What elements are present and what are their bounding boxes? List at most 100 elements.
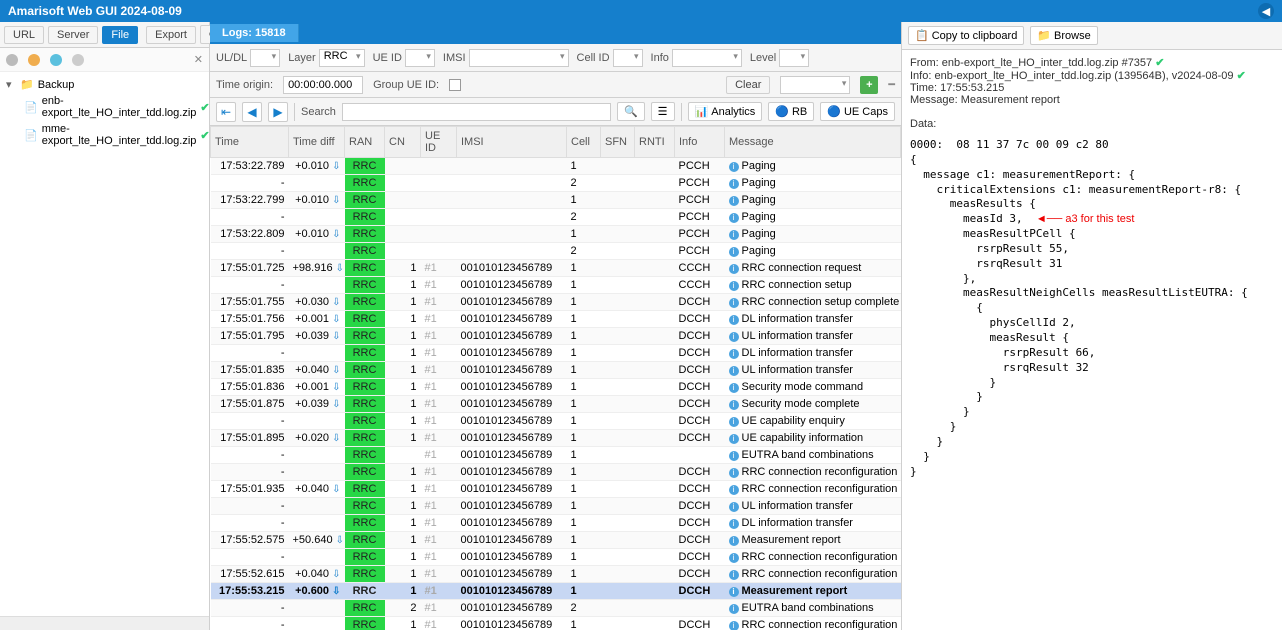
- origin-bar: Time origin: Group UE ID: Clear + ━: [210, 72, 901, 98]
- dot-icon[interactable]: [28, 54, 40, 66]
- table-row[interactable]: -RRC1#10010101234567891DCCHiDL informati…: [211, 515, 901, 532]
- uldl-label: UL/DL: [216, 52, 247, 64]
- copy-button[interactable]: 📋 Copy to clipboard: [908, 26, 1024, 45]
- layer-select[interactable]: RRC: [319, 49, 365, 67]
- nav-next-icon[interactable]: ▶: [268, 102, 288, 122]
- table-row[interactable]: -RRC1#10010101234567891DCCHiDL informati…: [211, 345, 901, 362]
- export-button[interactable]: Export: [146, 26, 196, 44]
- dot-icon[interactable]: [6, 54, 18, 66]
- add-button[interactable]: +: [860, 76, 878, 94]
- minus-icon[interactable]: ━: [888, 78, 895, 91]
- col-header[interactable]: Cell: [567, 127, 601, 158]
- url-button[interactable]: URL: [4, 26, 44, 44]
- col-header[interactable]: CN: [385, 127, 421, 158]
- table-row[interactable]: -RRC1#10010101234567891DCCHiRRC connecti…: [211, 464, 901, 481]
- col-header[interactable]: IMSI: [457, 127, 567, 158]
- table-row[interactable]: 17:55:01.795+0.039 ⇩RRC1#100101012345678…: [211, 328, 901, 345]
- clear-button[interactable]: Clear: [726, 76, 770, 94]
- search-bar: ⇤ ◀ ▶ Search 🔍 ☰ 📊 Analytics 🔵 RB 🔵 UE C…: [210, 98, 901, 126]
- table-row[interactable]: 17:55:01.756+0.001 ⇩RRC1#100101012345678…: [211, 311, 901, 328]
- tree-folder[interactable]: ▾📁 Backup: [6, 76, 203, 93]
- imsi-select[interactable]: [469, 49, 569, 67]
- table-row[interactable]: 17:55:01.875+0.039 ⇩RRC1#100101012345678…: [211, 396, 901, 413]
- uldl-select[interactable]: [250, 49, 280, 67]
- table-row[interactable]: -RRC1#10010101234567891DCCHiUE capabilit…: [211, 413, 901, 430]
- ueid-label: UE ID: [373, 52, 402, 64]
- col-header[interactable]: RNTI: [635, 127, 675, 158]
- table-row[interactable]: -RRC1#10010101234567891DCCHiUL informati…: [211, 498, 901, 515]
- collapse-icon[interactable]: ◀: [1258, 3, 1274, 19]
- table-row[interactable]: -RRC2#10010101234567892iEUTRA band combi…: [211, 600, 901, 617]
- col-header[interactable]: RAN: [345, 127, 385, 158]
- table-row[interactable]: 17:55:01.895+0.020 ⇩RRC1#100101012345678…: [211, 430, 901, 447]
- table-row[interactable]: -RRC#10010101234567891iEUTRA band combin…: [211, 447, 901, 464]
- table-row[interactable]: 17:55:52.575+50.640 ⇩RRC1#10010101234567…: [211, 532, 901, 549]
- filter-bar: UL/DL LayerRRC UE ID IMSI Cell ID Info L…: [210, 44, 901, 72]
- uecaps-button[interactable]: 🔵 UE Caps: [820, 102, 895, 121]
- analytics-button[interactable]: 📊 Analytics: [688, 102, 763, 121]
- browse-button[interactable]: 📁 Browse: [1030, 26, 1097, 45]
- table-row[interactable]: 17:55:01.835+0.040 ⇩RRC1#100101012345678…: [211, 362, 901, 379]
- dot-icon[interactable]: [72, 54, 84, 66]
- file-label: enb-export_lte_HO_inter_tdd.log.zip: [42, 95, 197, 119]
- table-row[interactable]: -RRC1#10010101234567891DCCHiRRC connecti…: [211, 549, 901, 566]
- col-header[interactable]: Message: [725, 127, 901, 158]
- table-row[interactable]: -RRC2PCCHiPaging: [211, 175, 901, 192]
- rb-button[interactable]: 🔵 RB: [768, 102, 814, 121]
- col-header[interactable]: Time diff: [289, 127, 345, 158]
- group-label: Group UE ID:: [373, 79, 439, 91]
- search-label: Search: [301, 106, 336, 118]
- table-row[interactable]: -RRC2PCCHiPaging: [211, 209, 901, 226]
- cellid-select[interactable]: [613, 49, 643, 67]
- server-button[interactable]: Server: [48, 26, 98, 44]
- dot-icon[interactable]: [50, 54, 62, 66]
- h-scrollbar[interactable]: [0, 616, 209, 630]
- data-label: Data:: [910, 118, 936, 130]
- table-row[interactable]: 17:55:52.615+0.040 ⇩RRC1#100101012345678…: [211, 566, 901, 583]
- details-toolbar: 📋 Copy to clipboard 📁 Browse: [902, 22, 1282, 50]
- table-row[interactable]: 17:55:01.725+98.916 ⇩RRC1#10010101234567…: [211, 260, 901, 277]
- ueid-select[interactable]: [405, 49, 435, 67]
- level-select[interactable]: [779, 49, 809, 67]
- info-label: Info: [651, 52, 669, 64]
- col-header[interactable]: Info: [675, 127, 725, 158]
- binoculars-icon[interactable]: 🔍: [617, 102, 645, 121]
- nav-first-icon[interactable]: ⇤: [216, 102, 236, 122]
- table-row[interactable]: 17:53:22.809+0.010 ⇩RRC1PCCHiPaging: [211, 226, 901, 243]
- filter-icon[interactable]: ☰: [651, 102, 675, 121]
- app-titlebar: Amarisoft Web GUI 2024-08-09 ◀: [0, 0, 1282, 22]
- table-row[interactable]: -RRC1#10010101234567891DCCHiRRC connecti…: [211, 617, 901, 630]
- origin-input[interactable]: [283, 76, 363, 94]
- tree-file[interactable]: 📄 mme-export_lte_HO_inter_tdd.log.zip ✔: [6, 121, 203, 149]
- table-row[interactable]: 17:55:01.935+0.040 ⇩RRC1#100101012345678…: [211, 481, 901, 498]
- group-checkbox[interactable]: [449, 79, 461, 91]
- info-select[interactable]: [672, 49, 742, 67]
- col-header[interactable]: SFN: [601, 127, 635, 158]
- sidebar-icon-row: ✕: [0, 48, 209, 72]
- imsi-label: IMSI: [443, 52, 466, 64]
- details-body: From: enb-export_lte_HO_inter_tdd.log.zi…: [902, 50, 1282, 630]
- tree-file[interactable]: 📄 enb-export_lte_HO_inter_tdd.log.zip ✔: [6, 93, 203, 121]
- nav-prev-icon[interactable]: ◀: [242, 102, 262, 122]
- folder-label: Backup: [38, 79, 75, 91]
- table-row[interactable]: 17:55:01.836+0.001 ⇩RRC1#100101012345678…: [211, 379, 901, 396]
- sidebar: URL Server File Export ⟳ ✕ ▾📁 Backup 📄 e…: [0, 22, 210, 630]
- table-row[interactable]: 17:53:22.789+0.010 ⇩RRC1PCCHiPaging: [211, 158, 901, 175]
- file-tree: ▾📁 Backup 📄 enb-export_lte_HO_inter_tdd.…: [0, 72, 209, 616]
- close-icon[interactable]: ✕: [194, 53, 203, 66]
- table-row[interactable]: 17:55:01.755+0.030 ⇩RRC1#100101012345678…: [211, 294, 901, 311]
- logs-tabbar: Logs: 15818: [210, 22, 901, 44]
- file-button[interactable]: File: [102, 26, 138, 44]
- search-input[interactable]: [342, 103, 611, 121]
- table-row[interactable]: -RRC1#10010101234567891CCCHiRRC connecti…: [211, 277, 901, 294]
- check-icon: ✔: [1237, 70, 1246, 82]
- preset-select[interactable]: [780, 76, 850, 94]
- table-row[interactable]: 17:53:22.799+0.010 ⇩RRC1PCCHiPaging: [211, 192, 901, 209]
- table-row[interactable]: -RRC2PCCHiPaging: [211, 243, 901, 260]
- details-tree: 0000: 08 11 37 7c 00 09 c2 80 ..7|.... {…: [910, 138, 1274, 479]
- col-header[interactable]: Time: [211, 127, 289, 158]
- tab-logs[interactable]: Logs: 15818: [210, 24, 299, 42]
- log-grid[interactable]: TimeTime diffRANCNUE IDIMSICellSFNRNTIIn…: [210, 126, 901, 630]
- col-header[interactable]: UE ID: [421, 127, 457, 158]
- table-row[interactable]: 17:55:53.215+0.600 ⇩RRC1#100101012345678…: [211, 583, 901, 600]
